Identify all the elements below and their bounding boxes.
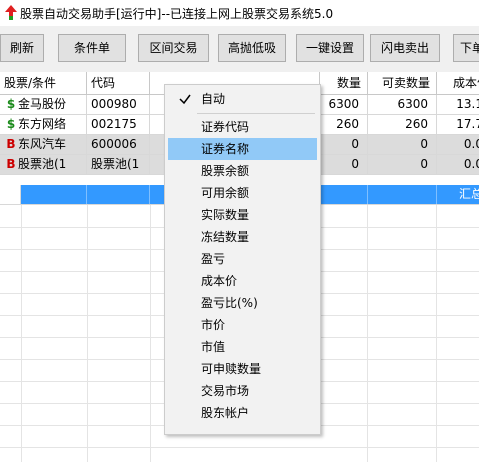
header-code[interactable]: 代码 xyxy=(87,72,150,94)
grid-line xyxy=(436,205,437,462)
checkmark-icon xyxy=(179,94,191,105)
buy-status-icon: B xyxy=(6,137,16,151)
high-sell-low-buy-button[interactable]: 高抛低吸 xyxy=(218,34,286,62)
title-bar: 股票自动交易助手[运行中]--已连接上网上股票交易系统5.0 xyxy=(0,0,479,26)
up-arrow-icon xyxy=(5,5,17,20)
toolbar: 刷新 条件单 区间交易 高抛低吸 一键设置 闪电卖出 下单 xyxy=(0,26,479,72)
menu-item-label: 自动 xyxy=(201,92,226,106)
stock-code: 股票池(1 xyxy=(87,155,150,174)
stock-code: 002175 xyxy=(87,115,150,134)
menu-item-actual-quantity[interactable]: 实际数量 xyxy=(168,204,317,226)
summary-label: 汇总 xyxy=(437,185,479,204)
cost-price: 13.1 xyxy=(437,95,479,114)
cost-price: 0.0 xyxy=(437,135,479,154)
cost-price: 17.7 xyxy=(437,115,479,134)
window-title: 股票自动交易助手[运行中]--已连接上网上股票交易系统5.0 xyxy=(20,7,334,21)
sellable-qty: 260 xyxy=(368,115,437,134)
menu-item-profit-loss-ratio[interactable]: 盈亏比(%) xyxy=(168,292,317,314)
sellable-qty: 0 xyxy=(368,135,437,154)
grid-line xyxy=(0,447,479,448)
stock-code: 000980 xyxy=(87,95,150,114)
menu-item-profit-loss[interactable]: 盈亏 xyxy=(168,248,317,270)
menu-item-security-name[interactable]: 证券名称 xyxy=(168,138,317,160)
menu-item-market-value[interactable]: 市值 xyxy=(168,336,317,358)
menu-item-shareholder-account[interactable]: 股东帐户 xyxy=(168,402,317,424)
menu-item-frozen-quantity[interactable]: 冻结数量 xyxy=(168,226,317,248)
grid-line xyxy=(150,205,151,462)
menu-separator xyxy=(197,113,315,114)
stock-name: 东方网络 xyxy=(18,117,67,131)
header-stock-condition[interactable]: 股票/条件 xyxy=(0,72,87,94)
stock-name: 金马股份 xyxy=(18,97,67,111)
column-context-menu: 自动 证券代码 证券名称 股票余额 可用余额 实际数量 冻结数量 盈亏 成本价 … xyxy=(164,84,321,435)
header-cost-price[interactable]: 成本价 xyxy=(437,72,479,94)
menu-item-available-balance[interactable]: 可用余额 xyxy=(168,182,317,204)
stock-name: 东风汽车 xyxy=(18,137,67,151)
grid-line xyxy=(87,205,88,462)
flash-sell-button[interactable]: 闪电卖出 xyxy=(370,34,440,62)
menu-item-cost-price[interactable]: 成本价 xyxy=(168,270,317,292)
dollar-status-icon: $ xyxy=(6,117,16,131)
header-sellable-qty[interactable]: 可卖数量 xyxy=(368,72,437,94)
cost-price: 0.0 xyxy=(437,155,479,174)
stock-name: 股票池(1 xyxy=(18,157,67,171)
menu-item-exchange-market[interactable]: 交易市场 xyxy=(168,380,317,402)
menu-item-stock-balance[interactable]: 股票余额 xyxy=(168,160,317,182)
sellable-qty: 0 xyxy=(368,155,437,174)
sellable-qty: 6300 xyxy=(368,95,437,114)
menu-item-auto[interactable]: 自动 xyxy=(168,88,317,110)
place-order-button[interactable]: 下单 xyxy=(453,34,479,62)
menu-item-security-code[interactable]: 证券代码 xyxy=(168,116,317,138)
one-click-settings-button[interactable]: 一键设置 xyxy=(296,34,364,62)
refresh-button[interactable]: 刷新 xyxy=(0,34,44,62)
range-trading-button[interactable]: 区间交易 xyxy=(138,34,209,62)
stock-code: 600006 xyxy=(87,135,150,154)
grid-line xyxy=(367,205,368,462)
menu-item-market-price[interactable]: 市价 xyxy=(168,314,317,336)
grid-line xyxy=(21,205,22,462)
conditional-order-button[interactable]: 条件单 xyxy=(58,34,126,62)
buy-status-icon: B xyxy=(6,157,16,171)
menu-item-redeemable-quantity[interactable]: 可申赎数量 xyxy=(168,358,317,380)
dollar-status-icon: $ xyxy=(6,97,16,111)
